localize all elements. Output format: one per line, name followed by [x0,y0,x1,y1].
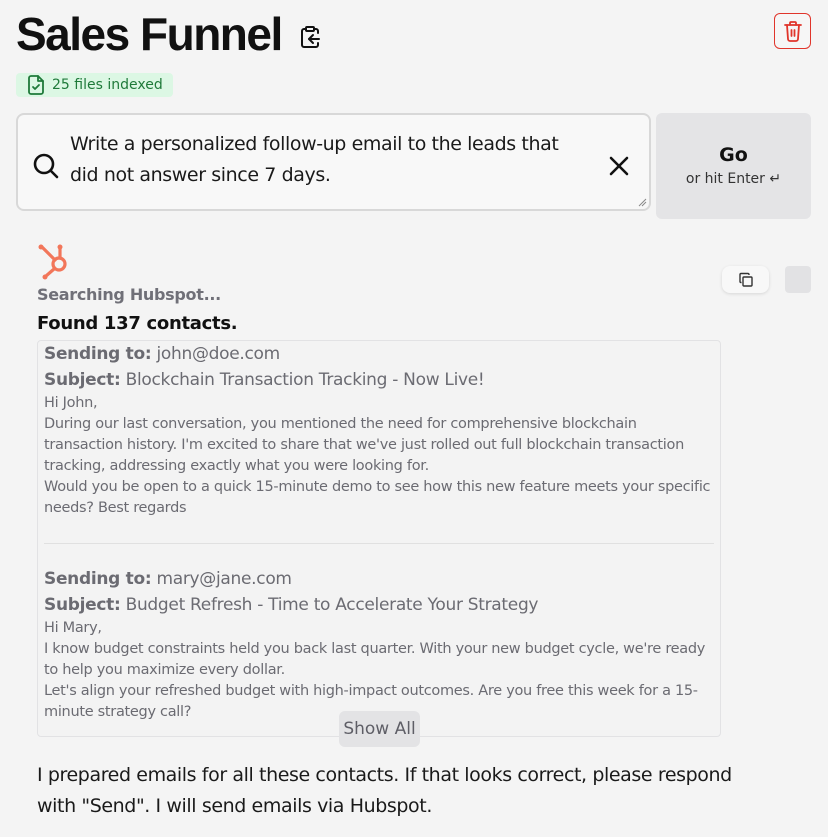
search-icon [33,153,59,179]
resize-handle-icon[interactable] [637,197,647,207]
email-body-line: During our last conversation, you mentio… [44,416,684,474]
email-recipient-label: Sending to: [44,569,152,589]
email-recipient-value: john@doe.com [156,344,280,364]
email-recipient: Sending to: mary@jane.com [44,566,714,592]
close-icon[interactable] [608,155,630,177]
email-subject: Subject: Blockchain Transaction Tracking… [44,367,714,393]
page-title: Sales Funnel [16,8,283,60]
assistant-message: I prepared emails for all these contacts… [37,764,732,817]
email-body-line: I know budget constraints held you back … [44,641,706,678]
email-body-line: Hi Mary, [44,620,102,636]
file-check-icon [28,75,44,95]
email-subject: Subject: Budget Refresh - Time to Accele… [44,592,714,618]
email-item: Sending to: mary@jane.com Subject: Budge… [38,566,720,723]
files-indexed-badge: 25 files indexed [16,73,173,97]
email-body-line: Would you be open to a quick 15-minute d… [44,479,711,516]
email-divider [44,543,714,544]
search-input[interactable]: Write a personalized follow-up email to … [70,129,590,191]
options-button[interactable] [785,266,811,293]
email-subject-value: Blockchain Transaction Tracking - Now Li… [125,370,485,390]
email-body-line: Hi John, [44,395,98,411]
email-body: Hi John, During our last conversation, y… [44,393,714,519]
email-subject-label: Subject: [44,595,121,615]
copy-icon [738,272,753,287]
go-button-hint: or hit Enter ↵ [685,171,782,187]
files-indexed-label: 25 files indexed [52,77,163,93]
go-button[interactable]: Go or hit Enter ↵ [656,113,811,219]
header: Sales Funnel [16,6,322,62]
emails-panel[interactable]: Sending to: john@doe.com Subject: Blockc… [37,340,721,737]
go-button-label: Go [719,144,748,166]
show-all-button[interactable]: Show All [339,711,420,747]
email-recipient: Sending to: john@doe.com [44,341,714,367]
email-subject-value: Budget Refresh - Time to Accelerate Your… [125,595,539,615]
search-box[interactable]: Write a personalized follow-up email to … [16,113,651,211]
email-subject-label: Subject: [44,370,121,390]
found-count: Found 137 contacts. [37,313,238,334]
hubspot-icon [38,244,67,280]
search-status: Searching Hubspot... [37,285,221,304]
trash-icon [783,21,802,42]
email-item: Sending to: john@doe.com Subject: Blockc… [38,341,720,519]
copy-button[interactable] [722,266,769,293]
clipboard-arrow-icon[interactable] [298,25,322,49]
email-recipient-label: Sending to: [44,344,152,364]
delete-button[interactable] [774,13,811,49]
email-recipient-value: mary@jane.com [156,569,292,589]
email-body: Hi Mary, I know budget constraints held … [44,618,714,723]
